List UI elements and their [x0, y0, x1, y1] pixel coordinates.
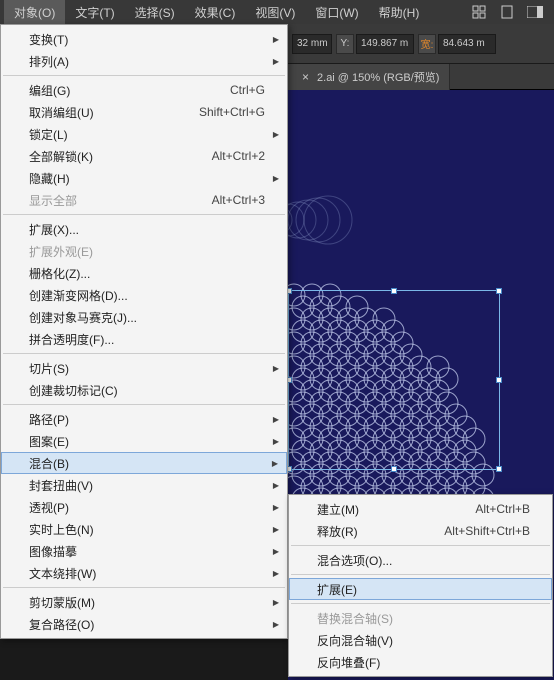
menu-object[interactable]: 对象(O)	[4, 0, 65, 25]
w-label: 宽:	[418, 34, 436, 54]
object-menu: 变换(T) 排列(A) 编组(G)Ctrl+G 取消编组(U)Shift+Ctr…	[0, 24, 288, 639]
menu-lock[interactable]: 锁定(L)	[1, 123, 287, 145]
menu-separator	[3, 75, 285, 76]
control-bar: Y: 宽:	[288, 24, 554, 64]
menu-help[interactable]: 帮助(H)	[369, 0, 430, 25]
submenu-options[interactable]: 混合选项(O)...	[289, 549, 552, 571]
menu-text-wrap[interactable]: 文本绕排(W)	[1, 562, 287, 584]
menu-compound-path[interactable]: 复合路径(O)	[1, 613, 287, 635]
tab-title: 2.ai @ 150% (RGB/预览)	[317, 69, 439, 85]
menu-arrange[interactable]: 排列(A)	[1, 50, 287, 72]
selection-handle[interactable]	[391, 466, 397, 472]
menu-crop-marks[interactable]: 创建裁切标记(C)	[1, 379, 287, 401]
submenu-release[interactable]: 释放(R)Alt+Shift+Ctrl+B	[289, 520, 552, 542]
submenu-reverse-front[interactable]: 反向堆叠(F)	[289, 651, 552, 673]
submenu-reverse-spine[interactable]: 反向混合轴(V)	[289, 629, 552, 651]
menu-perspective[interactable]: 透视(P)	[1, 496, 287, 518]
menu-expand-appearance: 扩展外观(E)	[1, 240, 287, 262]
y-label: Y:	[336, 34, 354, 54]
layout-icon[interactable]	[524, 3, 546, 21]
menu-blend[interactable]: 混合(B)	[1, 452, 287, 474]
menu-live-paint[interactable]: 实时上色(N)	[1, 518, 287, 540]
menu-ungroup[interactable]: 取消编组(U)Shift+Ctrl+G	[1, 101, 287, 123]
document-tab[interactable]: × 2.ai @ 150% (RGB/预览)	[288, 64, 450, 90]
menu-gradient-mesh[interactable]: 创建渐变网格(D)...	[1, 284, 287, 306]
menu-separator	[291, 545, 550, 546]
selection-handle[interactable]	[288, 377, 292, 383]
selection-handle[interactable]	[496, 288, 502, 294]
menu-slice[interactable]: 切片(S)	[1, 357, 287, 379]
selection-handle[interactable]	[496, 377, 502, 383]
tab-bar: × 2.ai @ 150% (RGB/预览)	[288, 64, 554, 90]
selection-handle[interactable]	[288, 466, 292, 472]
menu-separator	[3, 353, 285, 354]
menu-group[interactable]: 编组(G)Ctrl+G	[1, 79, 287, 101]
menu-separator	[291, 603, 550, 604]
menu-rasterize[interactable]: 栅格化(Z)...	[1, 262, 287, 284]
menu-expand[interactable]: 扩展(X)...	[1, 218, 287, 240]
w-input[interactable]	[438, 34, 496, 54]
menu-type[interactable]: 文字(T)	[65, 0, 124, 25]
submenu-expand[interactable]: 扩展(E)	[289, 578, 552, 600]
menu-image-trace[interactable]: 图像描摹	[1, 540, 287, 562]
menu-separator	[3, 587, 285, 588]
x-input[interactable]	[292, 34, 332, 54]
selection-handle[interactable]	[391, 288, 397, 294]
menu-flatten-transparency[interactable]: 拼合透明度(F)...	[1, 328, 287, 350]
menu-hide[interactable]: 隐藏(H)	[1, 167, 287, 189]
submenu-replace-spine: 替换混合轴(S)	[289, 607, 552, 629]
menu-effect[interactable]: 效果(C)	[185, 0, 246, 25]
menu-pattern[interactable]: 图案(E)	[1, 430, 287, 452]
menu-clipping-mask[interactable]: 剪切蒙版(M)	[1, 591, 287, 613]
submenu-make[interactable]: 建立(M)Alt+Ctrl+B	[289, 498, 552, 520]
menubar-right	[468, 3, 554, 21]
menu-show-all: 显示全部Alt+Ctrl+3	[1, 189, 287, 211]
menu-select[interactable]: 选择(S)	[125, 0, 185, 25]
selection-handle[interactable]	[496, 466, 502, 472]
selection-handle[interactable]	[288, 288, 292, 294]
menu-view[interactable]: 视图(V)	[245, 0, 305, 25]
doc-icon[interactable]	[496, 3, 518, 21]
menu-path[interactable]: 路径(P)	[1, 408, 287, 430]
menu-separator	[3, 214, 285, 215]
y-input[interactable]	[356, 34, 414, 54]
menubar: 对象(O) 文字(T) 选择(S) 效果(C) 视图(V) 窗口(W) 帮助(H…	[0, 0, 554, 24]
menu-unlock-all[interactable]: 全部解锁(K)Alt+Ctrl+2	[1, 145, 287, 167]
menu-object-mosaic[interactable]: 创建对象马赛克(J)...	[1, 306, 287, 328]
menu-transform[interactable]: 变换(T)	[1, 28, 287, 50]
menu-separator	[3, 404, 285, 405]
menu-envelope[interactable]: 封套扭曲(V)	[1, 474, 287, 496]
menu-separator	[291, 574, 550, 575]
tab-close[interactable]: ×	[302, 70, 309, 84]
menu-window[interactable]: 窗口(W)	[305, 0, 368, 25]
selection-box	[288, 290, 500, 470]
grid-icon[interactable]	[468, 3, 490, 21]
blend-submenu: 建立(M)Alt+Ctrl+B 释放(R)Alt+Shift+Ctrl+B 混合…	[288, 494, 553, 677]
